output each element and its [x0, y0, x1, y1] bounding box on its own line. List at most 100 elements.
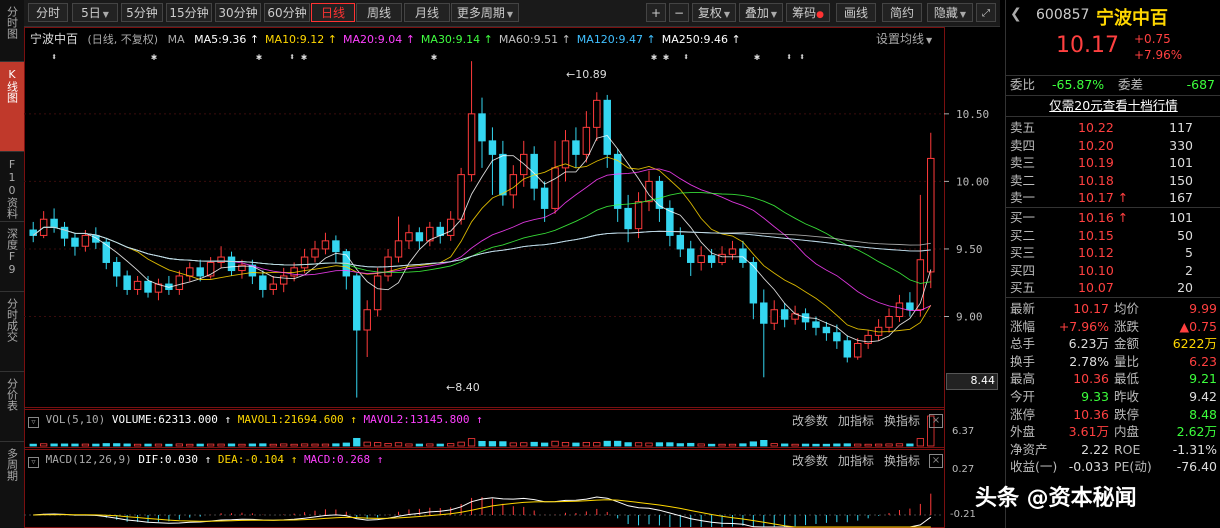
macd-switch-indicator[interactable]: 换指标 — [884, 452, 920, 469]
volume-bar — [864, 443, 872, 447]
candle — [927, 132, 935, 289]
candle — [186, 262, 194, 282]
stat-row: 今开 9.33 昨收 9.42 — [1006, 388, 1220, 405]
nav-depth[interactable]: 深度F9 — [0, 222, 24, 292]
level-price: 10.16 ↑ — [1078, 210, 1129, 225]
sell-row: 卖一 10.17 ↑ 167 — [1006, 189, 1220, 206]
period-fenshi[interactable]: 分时 — [28, 3, 68, 22]
low-annotation: ←8.40 — [446, 381, 480, 394]
macd-change-params[interactable]: 改参数 — [792, 452, 828, 469]
last-price: 10.17 — [1056, 33, 1119, 58]
level-price: 10.18 — [1078, 172, 1114, 188]
period-60min[interactable]: 60分钟 — [264, 3, 310, 22]
macd-add-indicator[interactable]: 加指标 — [838, 452, 874, 469]
level-label: 买一 — [1010, 210, 1036, 225]
volume-bar — [728, 443, 737, 447]
candle — [593, 92, 601, 141]
nav-kline[interactable]: K线图 — [0, 62, 24, 152]
event-marker: ⬍ — [683, 52, 689, 63]
level-volume: 330 — [1169, 137, 1193, 153]
vol-switch-indicator[interactable]: 换指标 — [884, 412, 920, 429]
stat-value: 9.21 — [1189, 371, 1217, 387]
stat-value: 3.61万 — [1068, 424, 1109, 440]
candle — [311, 240, 319, 263]
candle — [467, 61, 476, 182]
nav-multi-period[interactable]: 多周期 — [0, 442, 24, 528]
period-more[interactable]: 更多周期 ▼ — [451, 3, 519, 22]
nav-f10[interactable]: F10资料 — [0, 152, 24, 222]
y-tick-label: 9.00 — [956, 310, 983, 323]
vol-close-icon[interactable]: × — [929, 414, 943, 428]
level-label: 卖三 — [1010, 155, 1036, 170]
zoom-in-button[interactable]: + — [646, 3, 666, 22]
volume-bar — [478, 440, 486, 447]
volume-bar — [822, 443, 831, 447]
candle — [217, 246, 225, 268]
period-monthly[interactable]: 月线 — [404, 3, 450, 22]
volume-bar — [363, 441, 371, 447]
candle — [707, 248, 716, 268]
period-5min[interactable]: 5分钟 — [121, 3, 163, 22]
ten-level-link[interactable]: 仅需20元查看十档行情 — [1006, 97, 1220, 114]
overlay-button[interactable]: 叠加 ▼ — [739, 3, 783, 22]
volume-bar — [916, 438, 924, 447]
level-price: 10.12 — [1078, 245, 1114, 260]
event-marker: ✱ — [651, 52, 657, 63]
fullscreen-icon[interactable]: ⤢ — [976, 3, 996, 22]
volume-bar — [92, 443, 100, 447]
candle — [165, 275, 173, 295]
candle — [373, 267, 382, 317]
nav-fenshi[interactable]: 分时图 — [0, 0, 24, 62]
level-volume: 101 — [1169, 155, 1193, 170]
event-marker: ⬍ — [799, 52, 805, 63]
stat-value: -1.31% — [1172, 441, 1217, 457]
volume-bar — [812, 443, 820, 447]
macd-close-icon[interactable]: × — [929, 454, 943, 468]
panel-toggle-icon[interactable]: ▽ — [28, 417, 39, 428]
candle — [697, 246, 705, 271]
period-15min[interactable]: 15分钟 — [166, 3, 212, 22]
candle — [269, 275, 277, 295]
candle — [415, 227, 424, 249]
stat-label: 跌停 — [1114, 406, 1140, 422]
level-volume: 50 — [1177, 227, 1193, 243]
vol-add-indicator[interactable]: 加指标 — [838, 412, 874, 429]
volume-bar — [561, 442, 570, 447]
period-weekly[interactable]: 周线 — [356, 3, 402, 22]
volume-bar — [833, 443, 841, 447]
period-30min[interactable]: 30分钟 — [215, 3, 261, 22]
stat-row: 收益(一) -0.033 PE(动) -76.40 — [1006, 458, 1220, 475]
price-change-pct: +7.96% — [1134, 48, 1183, 62]
simple-button[interactable]: 简约 — [882, 3, 922, 22]
nav-trades[interactable]: 分时成交 — [0, 292, 24, 372]
candle — [71, 232, 79, 256]
level-volume: 2 — [1185, 262, 1193, 278]
stat-value: 10.36 — [1073, 406, 1109, 422]
hide-button[interactable]: 隐藏 ▼ — [927, 3, 973, 22]
macd-layer — [24, 493, 944, 528]
level-price: 10.10 — [1078, 262, 1114, 278]
y-tick-label: 10.50 — [956, 108, 989, 121]
period-daily[interactable]: 日线 — [311, 3, 355, 22]
draw-line-button[interactable]: 画线 — [836, 3, 876, 22]
stat-label: 量比 — [1114, 353, 1140, 369]
fuquan-button[interactable]: 复权 ▼ — [692, 3, 736, 22]
chips-button[interactable]: 筹码● — [786, 3, 830, 22]
volume-bar — [321, 443, 330, 447]
zoom-out-button[interactable]: − — [669, 3, 689, 22]
volume-bar — [749, 441, 757, 447]
volume-header: ▽ VOL(5,10) VOLUME:62313.000 ↑ MAVOL1:21… — [28, 413, 788, 428]
nav-price-table[interactable]: 分价表 — [0, 372, 24, 442]
macd-toggle-icon[interactable]: ▽ — [28, 457, 39, 468]
stat-label: 总手 — [1010, 336, 1036, 352]
candle — [916, 194, 925, 317]
vol-change-params[interactable]: 改参数 — [792, 412, 828, 429]
volume-bar — [227, 443, 236, 447]
back-icon[interactable]: ❮ — [1010, 6, 1022, 22]
volume-bar — [165, 443, 173, 447]
stat-value: -76.40 — [1176, 459, 1217, 475]
volume-bar — [71, 443, 79, 447]
volume-bar — [530, 441, 538, 447]
period-5day[interactable]: 5日 ▼ — [72, 3, 118, 22]
volume-bar — [906, 443, 914, 447]
